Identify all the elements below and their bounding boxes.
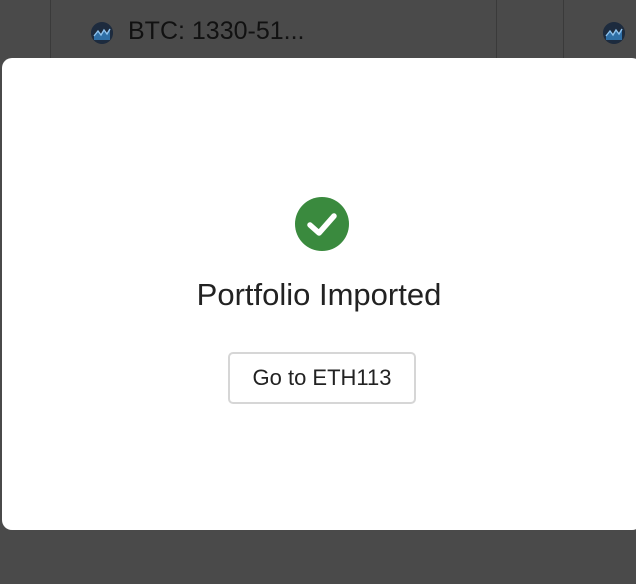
- dialog-title: Portfolio Imported: [196, 277, 442, 312]
- coin-chart-icon: [91, 22, 113, 44]
- background-row-label: BTC: 1330-51...: [128, 17, 305, 45]
- go-to-portfolio-button[interactable]: Go to ETH113: [228, 352, 416, 404]
- column-divider: [50, 0, 51, 58]
- coin-chart-icon: [603, 22, 625, 44]
- check-circle-icon: [295, 197, 349, 251]
- import-success-dialog: Portfolio Imported Go to ETH113: [2, 58, 636, 530]
- column-divider: [563, 0, 564, 58]
- background-table-row: BTC: 1330-51...: [0, 0, 636, 58]
- column-divider: [496, 0, 497, 58]
